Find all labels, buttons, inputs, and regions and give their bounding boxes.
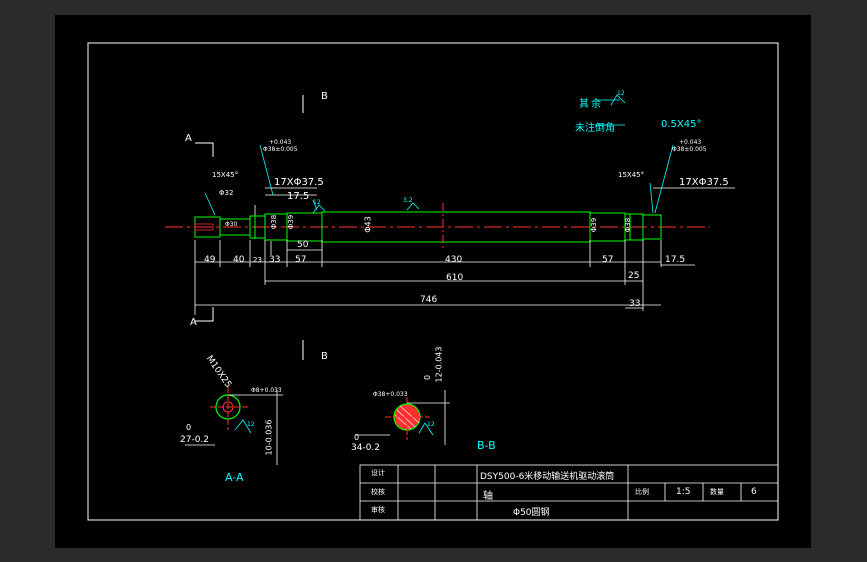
roughness-1: 12 (617, 90, 625, 97)
dim-57a: 57 (295, 255, 307, 265)
dia-right-top: 17XΦ37.5 (679, 177, 729, 188)
dim-746: 746 (420, 295, 438, 305)
tb-part: 轴 (483, 491, 493, 502)
tb-material: Φ50圆钢 (513, 508, 550, 518)
dia-32: Φ32 (219, 189, 234, 197)
roughness-3: 12 (313, 199, 321, 206)
aa-dim-h: 27-0.2 (180, 435, 210, 445)
tb-row1-label: 设计 (371, 469, 385, 477)
dia-38a: Φ38 (270, 214, 279, 230)
dia-left-end: Φ30 (225, 221, 238, 228)
note-remaining: 其余 (579, 99, 603, 110)
aa-zero: 0 (186, 423, 192, 432)
dim-430: 430 (445, 255, 463, 265)
note-chamfer-value: 0.5X45° (661, 119, 702, 130)
section-a-top: A (185, 133, 192, 144)
dim-50: 50 (297, 240, 309, 250)
tb-qty-label: 数量 (710, 488, 724, 496)
aa-dim-w: 10-0.036 (264, 419, 274, 456)
chamfer-left: 15X45° (212, 171, 239, 179)
dim-33: 33 (269, 255, 281, 265)
dia-39a: Φ39 (287, 214, 296, 230)
tol-left-lower: Φ38±0.005 (263, 146, 298, 153)
tb-row3-label: 审核 (371, 506, 385, 514)
dim-57b: 57 (602, 255, 614, 265)
dim-49: 49 (204, 255, 216, 265)
roughness-5: 12 (427, 421, 435, 428)
note-unnoted-chamfer: 未注倒角 (575, 123, 615, 134)
chamfer-right: 15X45° (618, 171, 645, 179)
section-bb-label: B-B (477, 439, 496, 452)
tol-left-upper: +0.043 (269, 139, 292, 146)
len-left: 17.5 (287, 191, 310, 202)
dim-33b: 33 (629, 299, 641, 309)
dia-38b: Φ38 (624, 217, 633, 233)
aa-thread: M10X25 (203, 354, 234, 390)
aa-keyway-tol: Φ8+0.033 (251, 387, 282, 394)
dim-23: 23 (253, 256, 262, 264)
tol-right-upper: +0.043 (679, 139, 702, 146)
dim-610: 610 (446, 273, 464, 283)
drawing-canvas: 其余 未注倒角 0.5X45° A A B B A-A B-B 15X45° 1… (55, 15, 811, 548)
dim-25: 25 (628, 271, 640, 281)
tol-right-lower: Φ38±0.005 (672, 146, 707, 153)
dim-17-5-right: 17.5 (665, 255, 686, 265)
bb-dim-w: 12-0.043 (434, 346, 444, 383)
tb-title: DSY500-6米移动输送机驱动滚筒 (480, 472, 615, 482)
bb-zero-w: 0 (423, 374, 433, 381)
tb-ratio-label: 比例 (635, 488, 649, 496)
roughness-4: 12 (247, 421, 255, 428)
roughness-2: 3.2 (403, 197, 413, 204)
tb-ratio: 1:5 (676, 487, 691, 497)
bb-keyway-tol: Φ38+0.033 (373, 391, 408, 398)
section-b-top: B (321, 91, 328, 102)
section-a-bottom: A (190, 317, 197, 328)
bb-dim-h: 34-0.2 (351, 443, 381, 453)
section-b-bottom: B (321, 351, 328, 362)
tb-qty: 6 (751, 487, 757, 497)
dia-43: Φ43 (363, 216, 373, 233)
dia-left-top: 17XΦ37.5 (274, 177, 324, 188)
tb-row2-label: 校核 (371, 488, 385, 496)
dim-40: 40 (233, 255, 245, 265)
section-aa-label: A-A (225, 471, 244, 484)
dia-39b: Φ39 (590, 217, 599, 233)
bb-zero-h: 0 (354, 433, 360, 442)
